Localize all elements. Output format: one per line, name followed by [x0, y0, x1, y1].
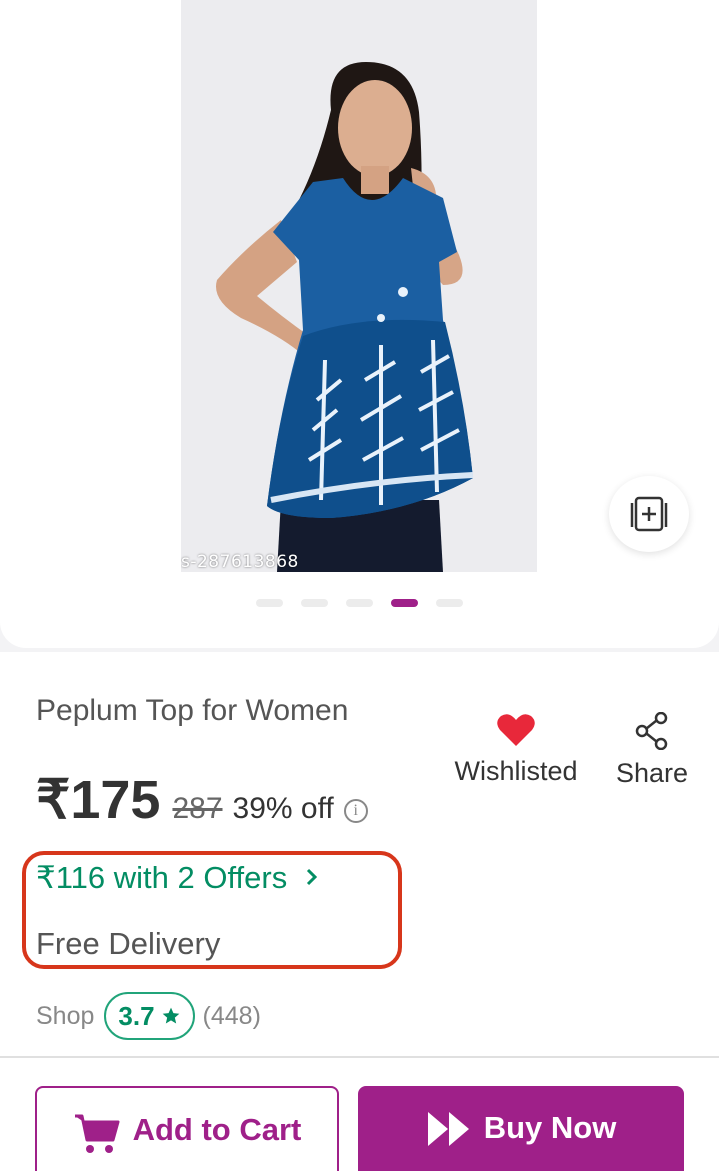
carousel-dot-active[interactable] [391, 599, 418, 607]
bottom-action-bar: Add to Cart Buy Now [0, 1056, 719, 1171]
buy-now-button[interactable]: Buy Now [358, 1086, 684, 1171]
rating-badge[interactable]: 3.7 [104, 992, 195, 1040]
carousel-dot[interactable] [301, 599, 328, 607]
product-photo[interactable]: s-287613868 [181, 0, 537, 572]
heart-filled-icon [497, 714, 535, 746]
fast-forward-icon [427, 1112, 469, 1146]
add-to-cart-button[interactable]: Add to Cart [35, 1086, 339, 1171]
carousel-dot[interactable] [346, 599, 373, 607]
add-to-collection-button[interactable] [609, 476, 689, 552]
product-title: Peplum Top for Women [36, 694, 349, 727]
delivery-info: Free Delivery [36, 926, 221, 961]
product-image-card: s-287613868 [0, 0, 719, 648]
buy-now-label: Buy Now [483, 1110, 617, 1145]
offers-link[interactable]: ₹116 with 2 Offers [36, 860, 320, 896]
discount-label: 39% off [232, 792, 334, 825]
selling-price: ₹175 [36, 770, 161, 830]
price-row: ₹175 287 39% off i [36, 768, 368, 831]
share-icon [635, 712, 668, 750]
carousel-indicator [256, 599, 463, 607]
rating-value: 3.7 [118, 1000, 155, 1031]
carousel-dot[interactable] [256, 599, 283, 607]
wishlist-button[interactable]: Wishlisted [450, 712, 582, 787]
carousel-dot[interactable] [436, 599, 463, 607]
original-price: 287 [172, 792, 223, 825]
cart-icon [74, 1114, 120, 1153]
rating-count: (448) [202, 1001, 261, 1030]
share-label: Share [615, 758, 689, 788]
shop-rating-row[interactable]: Shop 3.7 (448) [36, 992, 261, 1040]
add-to-cart-label: Add to Cart [132, 1112, 302, 1147]
info-icon[interactable]: i [343, 799, 368, 823]
product-page: s-287613868 Peplum Top for Women ₹175 28… [0, 0, 719, 1171]
product-photo-illustration [181, 0, 537, 572]
star-icon [162, 1007, 179, 1024]
offers-text: ₹116 with 2 Offers [36, 860, 288, 895]
share-button[interactable]: Share [612, 712, 692, 789]
wishlist-label: Wishlisted [454, 756, 578, 786]
chevron-right-icon [306, 868, 317, 886]
shop-label: Shop [36, 1001, 95, 1030]
product-image-code: s-287613868 [181, 552, 299, 572]
add-to-collection-icon [630, 496, 668, 532]
product-details: Peplum Top for Women ₹175 287 39% off i … [0, 652, 719, 1060]
